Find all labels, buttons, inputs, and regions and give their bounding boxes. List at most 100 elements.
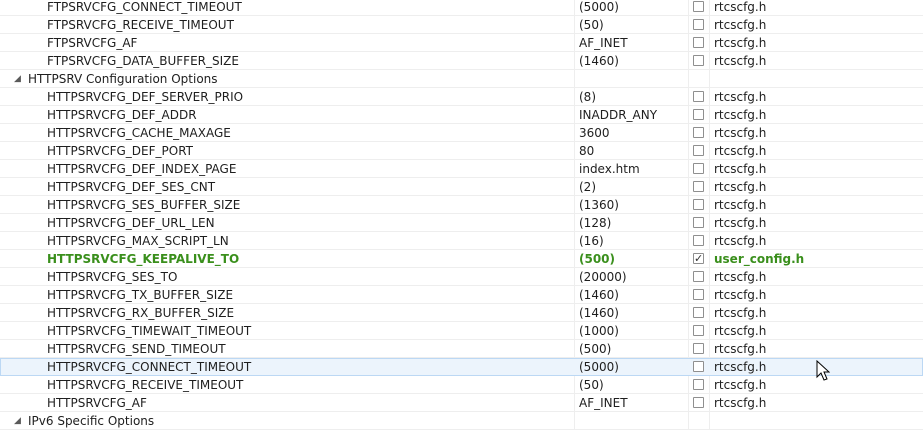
- table-row[interactable]: HTTPSRVCFG_KEEPALIVE_TO (500) user_config.…: [0, 250, 923, 268]
- override-checkbox[interactable]: [693, 1, 704, 12]
- option-value[interactable]: (1460): [579, 304, 687, 322]
- header-file: user_config.h: [714, 252, 805, 266]
- option-value[interactable]: (5000): [579, 0, 687, 16]
- table-row[interactable]: HTTPSRVCFG_DEF_SERVER_PRIO (8) rtcscfg.h: [0, 88, 923, 106]
- override-checkbox-cell: [693, 88, 707, 106]
- table-row[interactable]: HTTPSRVCFG_DEF_PORT 80 rtcscfg.h: [0, 142, 923, 160]
- option-value[interactable]: (2): [579, 178, 687, 196]
- override-checkbox[interactable]: [693, 127, 704, 138]
- override-checkbox[interactable]: [693, 343, 704, 354]
- override-checkbox-cell: [693, 142, 707, 160]
- option-value[interactable]: (1460): [579, 52, 687, 70]
- group-label: IPv6 Specific Options: [28, 414, 155, 428]
- option-value[interactable]: 3600: [579, 124, 687, 142]
- option-value[interactable]: (50): [579, 376, 687, 394]
- override-checkbox[interactable]: [693, 19, 704, 30]
- option-name: HTTPSRVCFG_MAX_SCRIPT_LN: [47, 234, 229, 248]
- table-row[interactable]: FTPSRVCFG_RECEIVE_TIMEOUT (50) rtcscfg.h: [0, 16, 923, 34]
- option-name: FTPSRVCFG_AF: [47, 36, 138, 50]
- option-name-cell: FTPSRVCFG_DATA_BUFFER_SIZE: [0, 52, 574, 70]
- header-file: rtcscfg.h: [714, 360, 767, 374]
- option-value[interactable]: AF_INET: [579, 34, 687, 52]
- override-checkbox[interactable]: [693, 217, 704, 228]
- table-row[interactable]: HTTPSRVCFG_DEF_URL_LEN (128) rtcscfg.h: [0, 214, 923, 232]
- option-name-cell: HTTPSRVCFG_DEF_SES_CNT: [0, 178, 574, 196]
- table-row[interactable]: HTTPSRVCFG_DEF_ADDR INADDR_ANY rtcscfg.h: [0, 106, 923, 124]
- header-file: rtcscfg.h: [714, 216, 767, 230]
- option-value[interactable]: (1460): [579, 286, 687, 304]
- table-row[interactable]: HTTPSRVCFG_CONNECT_TIMEOUT (5000) rtcscfg.…: [0, 358, 923, 376]
- option-name-cell: HTTPSRVCFG_RECEIVE_TIMEOUT: [0, 376, 574, 394]
- table-row[interactable]: HTTPSRVCFG_DEF_INDEX_PAGE index.htm rtcscf…: [0, 160, 923, 178]
- option-value[interactable]: 80: [579, 142, 687, 160]
- override-checkbox[interactable]: [693, 37, 704, 48]
- option-name: HTTPSRVCFG_SES_BUFFER_SIZE: [47, 198, 241, 212]
- override-checkbox[interactable]: [693, 250, 704, 268]
- header-file: rtcscfg.h: [714, 324, 767, 338]
- option-value[interactable]: (16): [579, 232, 687, 250]
- table-row[interactable]: FTPSRVCFG_CONNECT_TIMEOUT (5000) rtcscfg.h: [0, 0, 923, 16]
- header-file: rtcscfg.h: [714, 18, 767, 32]
- option-value[interactable]: index.htm: [579, 160, 687, 178]
- group-row[interactable]: ◢ HTTPSRV Configuration Options: [0, 70, 923, 88]
- override-checkbox[interactable]: [693, 235, 704, 246]
- option-value[interactable]: (128): [579, 214, 687, 232]
- table-row[interactable]: HTTPSRVCFG_CACHE_MAXAGE 3600 rtcscfg.h: [0, 124, 923, 142]
- override-checkbox[interactable]: [693, 199, 704, 210]
- override-checkbox[interactable]: [693, 55, 704, 66]
- group-label: HTTPSRV Configuration Options: [28, 72, 218, 86]
- option-name: HTTPSRVCFG_AF: [47, 396, 147, 410]
- option-name-cell: HTTPSRVCFG_DEF_URL_LEN: [0, 214, 574, 232]
- option-value[interactable]: (1360): [579, 196, 687, 214]
- option-name-cell: FTPSRVCFG_CONNECT_TIMEOUT: [0, 0, 574, 16]
- table-row[interactable]: HTTPSRVCFG_AF AF_INET rtcscfg.h: [0, 394, 923, 412]
- option-value[interactable]: AF_INET: [579, 394, 687, 412]
- option-value[interactable]: (500): [579, 250, 687, 268]
- override-checkbox[interactable]: [693, 307, 704, 318]
- table-row[interactable]: FTPSRVCFG_DATA_BUFFER_SIZE (1460) rtcscfg.…: [0, 52, 923, 70]
- option-name-cell: HTTPSRVCFG_AF: [0, 394, 574, 412]
- option-value[interactable]: (8): [579, 88, 687, 106]
- table-row[interactable]: HTTPSRVCFG_MAX_SCRIPT_LN (16) rtcscfg.h: [0, 232, 923, 250]
- table-row[interactable]: HTTPSRVCFG_SEND_TIMEOUT (500) rtcscfg.h: [0, 340, 923, 358]
- collapse-toggle-icon[interactable]: ◢: [14, 70, 21, 88]
- override-checkbox[interactable]: [693, 361, 704, 372]
- table-row[interactable]: HTTPSRVCFG_RECEIVE_TIMEOUT (50) rtcscfg.h: [0, 376, 923, 394]
- override-checkbox[interactable]: [693, 325, 704, 336]
- collapse-toggle-icon[interactable]: ◢: [14, 412, 21, 430]
- option-name: HTTPSRVCFG_TIMEWAIT_TIMEOUT: [47, 324, 252, 338]
- override-checkbox[interactable]: [693, 91, 704, 102]
- option-name-cell: HTTPSRVCFG_DEF_ADDR: [0, 106, 574, 124]
- override-checkbox-cell: [693, 34, 707, 52]
- table-row[interactable]: HTTPSRVCFG_TX_BUFFER_SIZE (1460) rtcscfg.h: [0, 286, 923, 304]
- override-checkbox[interactable]: [693, 397, 704, 408]
- override-checkbox[interactable]: [693, 379, 704, 390]
- table-row[interactable]: HTTPSRVCFG_RX_BUFFER_SIZE (1460) rtcscfg.h: [0, 304, 923, 322]
- option-value[interactable]: (20000): [579, 268, 687, 286]
- option-name: FTPSRVCFG_DATA_BUFFER_SIZE: [47, 54, 239, 68]
- table-row[interactable]: FTPSRVCFG_AF AF_INET rtcscfg.h: [0, 34, 923, 52]
- group-row[interactable]: ◢ IPv6 Specific Options: [0, 412, 923, 430]
- override-checkbox-cell: [693, 232, 707, 250]
- option-name: HTTPSRVCFG_DEF_URL_LEN: [47, 216, 215, 230]
- option-name: HTTPSRVCFG_DEF_SERVER_PRIO: [47, 90, 244, 104]
- override-checkbox[interactable]: [693, 145, 704, 156]
- option-value[interactable]: (5000): [579, 358, 687, 376]
- override-checkbox[interactable]: [693, 181, 704, 192]
- option-value[interactable]: (1000): [579, 322, 687, 340]
- table-row[interactable]: HTTPSRVCFG_TIMEWAIT_TIMEOUT (1000) rtcscfg…: [0, 322, 923, 340]
- override-checkbox[interactable]: [693, 271, 704, 282]
- override-checkbox[interactable]: [693, 289, 704, 300]
- header-file: rtcscfg.h: [714, 270, 767, 284]
- table-row[interactable]: HTTPSRVCFG_SES_TO (20000) rtcscfg.h: [0, 268, 923, 286]
- option-value[interactable]: (500): [579, 340, 687, 358]
- override-checkbox-cell: [693, 358, 707, 376]
- table-row[interactable]: HTTPSRVCFG_DEF_SES_CNT (2) rtcscfg.h: [0, 178, 923, 196]
- override-checkbox[interactable]: [693, 109, 704, 120]
- option-value[interactable]: INADDR_ANY: [579, 106, 687, 124]
- option-name-cell: HTTPSRVCFG_CONNECT_TIMEOUT: [0, 358, 574, 376]
- option-value[interactable]: (50): [579, 16, 687, 34]
- header-file: rtcscfg.h: [714, 144, 767, 158]
- table-row[interactable]: HTTPSRVCFG_SES_BUFFER_SIZE (1360) rtcscfg.…: [0, 196, 923, 214]
- override-checkbox[interactable]: [693, 163, 704, 174]
